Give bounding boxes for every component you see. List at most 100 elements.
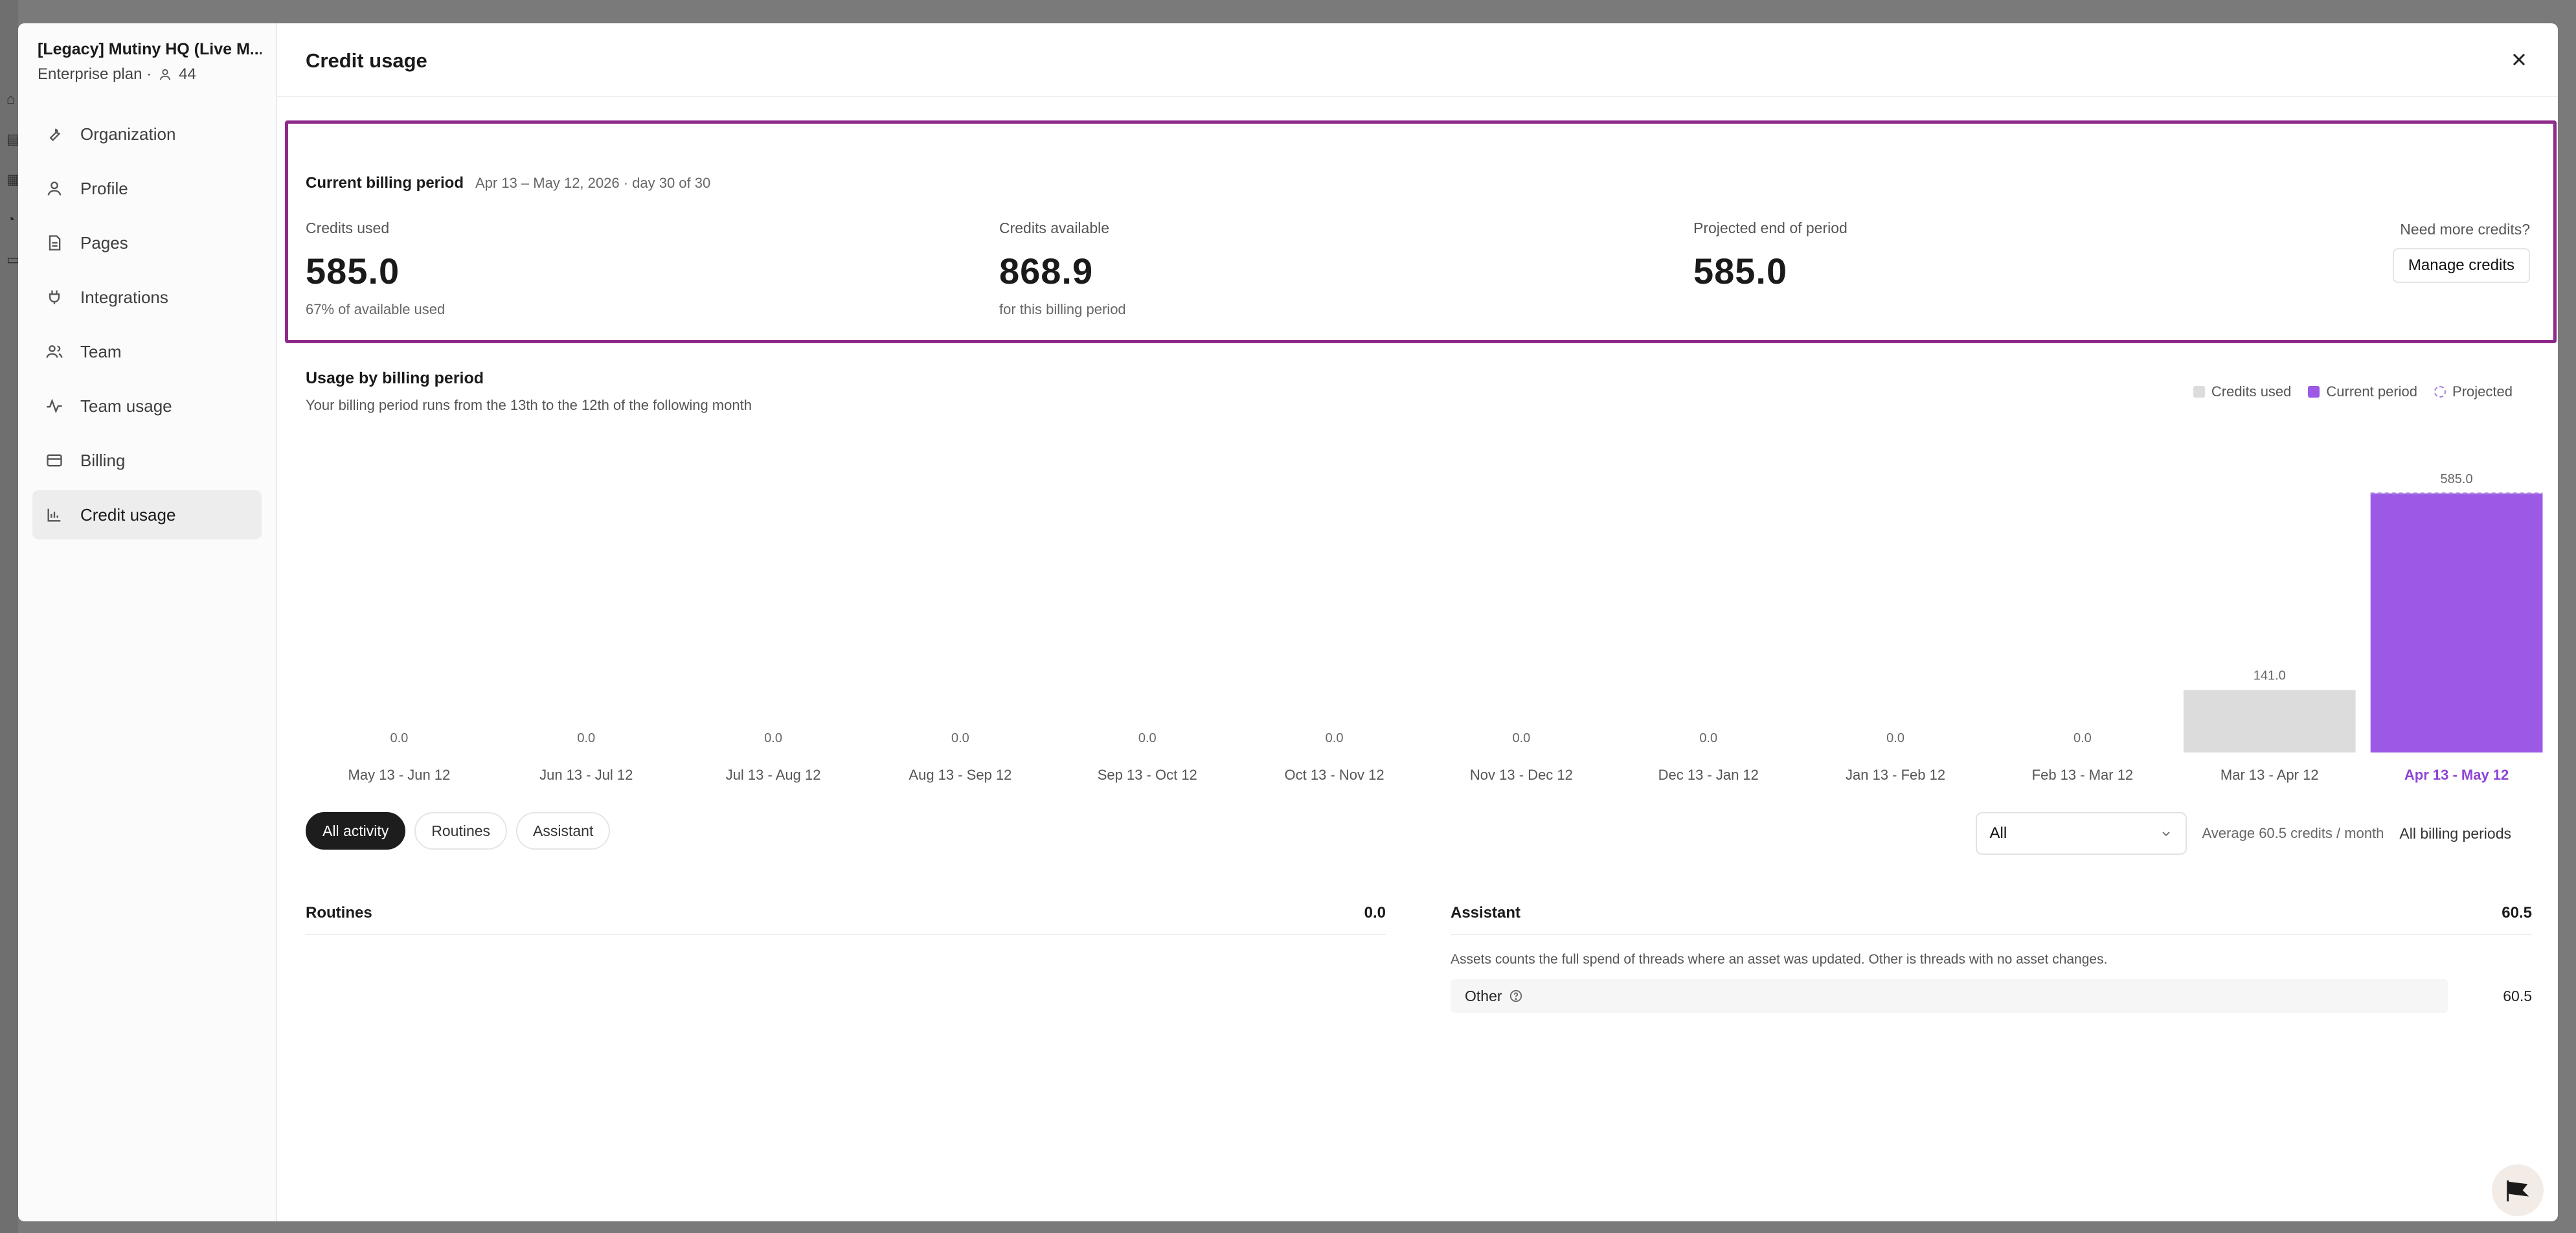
main-content: Credit usage Current billing period Apr … xyxy=(277,23,2558,1221)
legend-swatch-current xyxy=(2308,386,2320,398)
legend-label-current: Current period xyxy=(2326,383,2418,400)
plug-icon xyxy=(49,290,60,304)
legend-swatch-projected xyxy=(2434,386,2446,398)
billing-period-header: Current billing period Apr 13 – May 12, … xyxy=(306,174,710,192)
legend-credits-used: Credits used xyxy=(2193,383,2291,400)
chart-value-label-4: 0.0 xyxy=(1138,731,1157,745)
background-doc-icon: ▤ xyxy=(6,131,20,147)
assistant-panel: Assistant 60.5 Assets counts the full sp… xyxy=(1451,904,2532,1013)
projected-value: 585.0 xyxy=(1693,251,1788,291)
billing-period-range: Apr 13 – May 12, 2026 · day 30 of 30 xyxy=(475,175,711,191)
page-title: Credit usage xyxy=(306,49,427,72)
tab-routines[interactable]: Routines xyxy=(414,812,508,850)
sidebar-item-integrations[interactable]: Integrations xyxy=(32,273,262,322)
tab-assistant[interactable]: Assistant xyxy=(516,812,611,850)
chart-bar-10[interactable] xyxy=(2183,690,2356,752)
routines-label: Routines xyxy=(306,904,372,922)
sidebar-item-label: Billing xyxy=(80,450,126,470)
help-circle-icon[interactable] xyxy=(1509,989,1523,1003)
sidebar-item-label: Organization xyxy=(80,124,176,144)
legend-projected: Projected xyxy=(2434,383,2513,400)
sidebar-item-profile[interactable]: Profile xyxy=(32,164,262,213)
users-icon xyxy=(46,345,63,358)
chart-category-label-4: Sep 13 - Oct 12 xyxy=(1098,767,1197,783)
chart-category-label-8: Jan 13 - Feb 12 xyxy=(1846,767,1945,783)
assistant-value: 60.5 xyxy=(2502,904,2532,922)
projected-label: Projected end of period xyxy=(1693,220,1847,236)
chart-bar-11[interactable] xyxy=(2370,493,2543,752)
credits-used-value: 585.0 xyxy=(306,251,400,291)
tab-all-activity[interactable]: All activity xyxy=(306,812,406,850)
background-app: ⌂ ▤ ▦ ◔ ▭ xyxy=(0,0,20,1233)
background-home-icon: ⌂ xyxy=(6,91,16,107)
settings-sidebar: [Legacy] Mutiny HQ (Live M... Enterprise… xyxy=(18,23,277,1221)
routines-panel: Routines 0.0 xyxy=(306,904,1386,935)
activity-tabs: All activity Routines Assistant xyxy=(306,812,611,850)
usage-header: Usage by billing period Your billing per… xyxy=(306,369,752,414)
chart-category-label-1: Jun 13 - Jul 12 xyxy=(539,767,633,783)
chat-launcher-button[interactable] xyxy=(2492,1164,2544,1216)
chart-value-label-9: 0.0 xyxy=(2073,731,2092,745)
projected-metric: Projected end of period 585.0 xyxy=(1693,220,1847,292)
chart-value-label-8: 0.0 xyxy=(1886,731,1904,745)
sidebar-item-team-usage[interactable]: Team usage xyxy=(32,381,262,431)
usage-bar-chart: 0.0 May 13 - Jun 12 0.0 Jun 13 - Jul 12 0.0 J… xyxy=(277,438,2558,800)
background-grid-icon: ▦ xyxy=(6,171,20,187)
usage-chart-svg: 0.0 May 13 - Jun 12 0.0 Jun 13 - Jul 12 0.0 J… xyxy=(348,472,2543,783)
chart-category-label-6: Nov 13 - Dec 12 xyxy=(1470,767,1573,783)
sidebar-item-label: Credit usage xyxy=(80,504,176,525)
need-more-credits-text: Need more credits? xyxy=(2400,221,2530,238)
org-name[interactable]: [Legacy] Mutiny HQ (Live M... xyxy=(38,40,262,59)
routines-value: 0.0 xyxy=(1364,904,1386,922)
sidebar-item-team[interactable]: Team xyxy=(32,327,262,376)
activity-filter-value: All xyxy=(1989,824,2007,842)
card-icon xyxy=(47,454,62,467)
chart-value-label-3: 0.0 xyxy=(951,731,969,745)
credits-used-sub: 67% of available used xyxy=(306,301,446,317)
chart-value-label-10: 141.0 xyxy=(2254,669,2286,683)
sidebar-item-pages[interactable]: Pages xyxy=(32,218,262,267)
member-icon xyxy=(159,69,171,80)
chart-category-label-11: Apr 13 - May 12 xyxy=(2404,767,2509,783)
sidebar-item-credit-usage[interactable]: Credit usage xyxy=(32,490,262,539)
chart-category-label-10: Mar 13 - Apr 12 xyxy=(2220,767,2319,783)
sidebar-item-organization[interactable]: Organization xyxy=(32,109,262,159)
manage-credits-button[interactable]: Manage credits xyxy=(2392,248,2530,283)
credit-usage-modal: [Legacy] Mutiny HQ (Live M... Enterprise… xyxy=(18,23,2558,1221)
credits-available-metric: Credits available 868.9 for this billing… xyxy=(999,220,1126,318)
assistant-label: Assistant xyxy=(1451,904,1521,922)
chart-category-label-0: May 13 - Jun 12 xyxy=(348,767,451,783)
chart-legend: Credits used Current period Projected xyxy=(2193,383,2513,400)
bar-chart-icon xyxy=(47,508,61,522)
sidebar-item-label: Team usage xyxy=(80,396,172,416)
chart-category-label-2: Jul 13 - Aug 12 xyxy=(726,767,821,783)
credits-used-metric: Credits used 585.0 67% of available used xyxy=(306,220,445,318)
close-button[interactable] xyxy=(2509,49,2529,70)
chart-category-label-3: Aug 13 - Sep 12 xyxy=(909,767,1011,783)
other-value: 60.5 xyxy=(2503,987,2532,1004)
chart-value-label-6: 0.0 xyxy=(1513,731,1531,745)
chart-value-label-11: 585.0 xyxy=(2441,472,2473,486)
other-bar: Other xyxy=(1451,979,2448,1013)
usage-title: Usage by billing period xyxy=(306,369,484,387)
assistant-header: Assistant 60.5 xyxy=(1451,904,2532,935)
member-count: 44 xyxy=(179,65,196,83)
sidebar-item-label: Integrations xyxy=(80,287,168,307)
all-billing-periods-link[interactable]: All billing periods xyxy=(2399,825,2511,843)
flag-icon xyxy=(2507,1180,2529,1202)
average-credits-text: Average 60.5 credits / month xyxy=(2202,825,2384,841)
credits-used-label: Credits used xyxy=(306,220,390,236)
activity-filter-select[interactable]: All xyxy=(1975,812,2187,855)
page-icon xyxy=(49,235,61,251)
activity-filter-row: All Average 60.5 credits / month All bil… xyxy=(1975,812,2511,855)
modal-header: Credit usage xyxy=(277,23,2558,97)
sidebar-item-billing[interactable]: Billing xyxy=(32,436,262,485)
sidebar-item-label: Pages xyxy=(80,232,128,253)
routines-header: Routines 0.0 xyxy=(306,904,1386,935)
activity-icon xyxy=(47,398,62,414)
credits-available-sub: for this billing period xyxy=(999,301,1126,317)
chart-value-label-5: 0.0 xyxy=(1326,731,1344,745)
legend-current-period: Current period xyxy=(2308,383,2417,400)
chart-value-label-1: 0.0 xyxy=(577,731,595,745)
sidebar-item-label: Profile xyxy=(80,178,128,198)
